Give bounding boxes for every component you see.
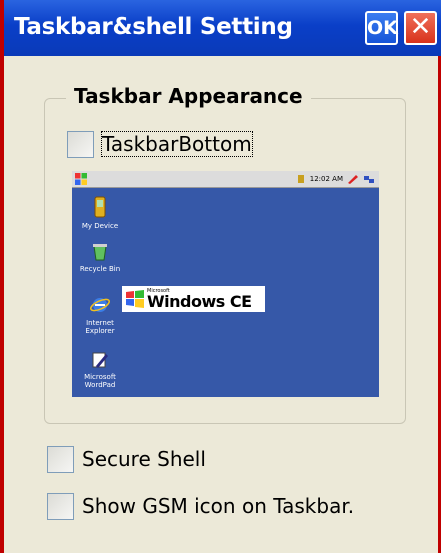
wordpad-icon xyxy=(92,352,108,368)
close-button[interactable]: ✕ xyxy=(404,11,437,45)
icon-label: My Device xyxy=(81,222,119,230)
start-flag-icon xyxy=(75,173,87,185)
icon-label: Internet Explorer xyxy=(85,319,115,335)
taskbar-bottom-checkbox[interactable] xyxy=(67,131,94,158)
tray-network-icon xyxy=(364,176,374,183)
secure-shell-checkbox[interactable] xyxy=(47,446,74,473)
desktop-icon-my-device: My Device xyxy=(72,196,130,230)
preview-taskbar: 12:02 AM xyxy=(72,171,379,188)
icon-label: Recycle Bin xyxy=(79,265,121,273)
close-icon: ✕ xyxy=(409,12,432,42)
tray-clock: 12:02 AM xyxy=(309,175,343,183)
recycle-bin-icon xyxy=(93,244,107,261)
taskbar-bottom-label[interactable]: TaskbarBottom xyxy=(101,131,253,157)
my-device-icon xyxy=(94,196,106,218)
title-bar: Taskbar&shell Setting OK ✕ xyxy=(4,0,441,56)
group-title: Taskbar Appearance xyxy=(66,84,311,108)
logo-big-text: Windows CE xyxy=(147,292,252,311)
show-gsm-label[interactable]: Show GSM icon on Taskbar. xyxy=(82,494,354,518)
windows-ce-logo: Microsoft Windows CE xyxy=(122,286,265,312)
preview-tray: 12:02 AM xyxy=(296,172,375,186)
desktop-icon-recycle-bin: Recycle Bin xyxy=(72,243,130,273)
ok-button[interactable]: OK xyxy=(365,11,398,45)
show-gsm-checkbox[interactable] xyxy=(47,493,74,520)
desktop-icon-wordpad: Microsoft WordPad xyxy=(72,351,130,389)
icon-label: Microsoft WordPad xyxy=(84,373,116,389)
window-title: Taskbar&shell Setting xyxy=(14,14,293,40)
tray-pen-icon xyxy=(348,175,358,184)
taskbar-preview: 12:02 AM My Device Recycle Bin Internet … xyxy=(72,171,379,397)
internet-explorer-icon xyxy=(90,298,110,312)
windows-flag-icon xyxy=(126,290,144,308)
secure-shell-label[interactable]: Secure Shell xyxy=(82,447,206,471)
settings-window: Taskbar&shell Setting OK ✕ Taskbar Appea… xyxy=(0,0,441,553)
tray-device-icon xyxy=(297,175,304,183)
